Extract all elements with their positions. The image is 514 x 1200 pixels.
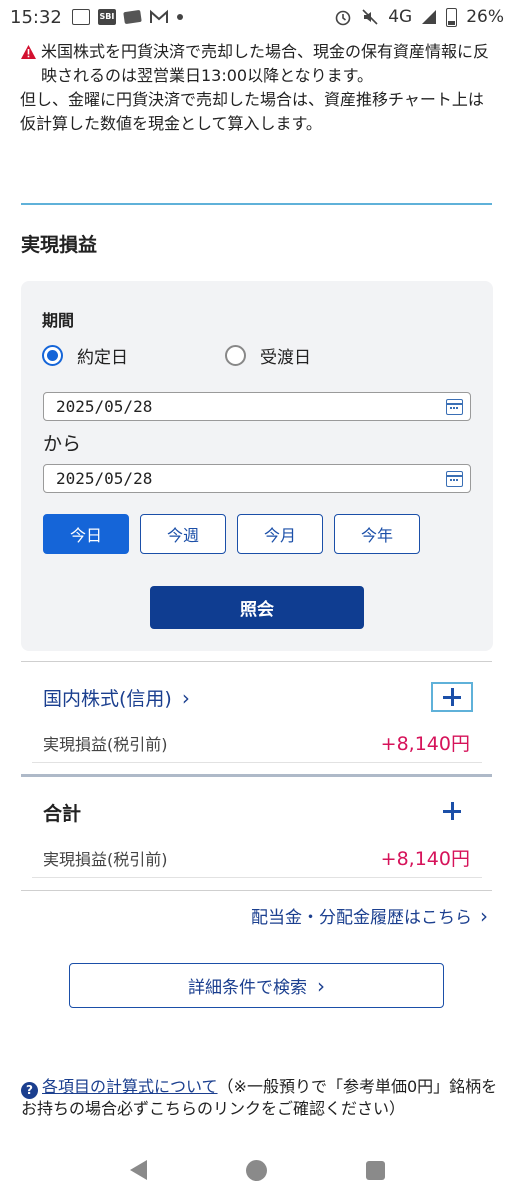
realized-pl-label: 実現損益(税引前) xyxy=(43,735,168,754)
divider xyxy=(21,661,492,662)
dividend-history-label[interactable]: 配当金・分配金履歴はこちら xyxy=(251,903,472,928)
radio-delivery-date[interactable] xyxy=(225,345,246,366)
back-icon[interactable] xyxy=(129,1160,147,1180)
total-realized-pl-label: 実現損益(税引前) xyxy=(43,850,168,869)
detail-search-label: 詳細条件で検索 xyxy=(188,978,307,998)
today-button[interactable]: 今日 xyxy=(43,514,129,554)
mute-icon xyxy=(362,9,378,25)
quick-period-buttons: 今日 今週 今月 今年 xyxy=(43,514,420,554)
from-date-field[interactable]: 2025/05/28 xyxy=(43,392,471,421)
notice-text-2: 但し、金曜に円貨決済で売却した場合は、資産推移チャート上は仮計算した数値を現金と… xyxy=(20,90,484,133)
card-icon xyxy=(123,9,142,25)
help-note: ? 各項目の計算式について（※一般預りで「参考単価0円」銘柄をお持ちの場合必ずこち… xyxy=(21,1077,501,1119)
calendar-icon[interactable] xyxy=(446,471,463,487)
clock: 15:32 xyxy=(10,6,62,28)
date-separator: から xyxy=(43,433,82,455)
this-year-button[interactable]: 今年 xyxy=(334,514,420,554)
calendar-icon[interactable] xyxy=(446,399,463,415)
recents-icon[interactable] xyxy=(365,1160,385,1180)
network-type: 4G xyxy=(388,7,413,27)
row-divider xyxy=(32,877,482,878)
this-month-button[interactable]: 今月 xyxy=(237,514,323,554)
expand-button[interactable] xyxy=(431,682,473,712)
formula-help-link[interactable]: 各項目の計算式について xyxy=(42,1077,218,1096)
notice: 米国株式を円貨決済で売却した場合、現金の保有資産情報に反映されるのは翌営業日13… xyxy=(20,40,496,136)
divider xyxy=(21,774,492,777)
domestic-margin-link[interactable]: 国内株式(信用) › xyxy=(43,684,190,711)
detail-search-button[interactable]: 詳細条件で検索 › xyxy=(69,963,444,1008)
screenshot-icon xyxy=(71,9,90,25)
home-icon[interactable] xyxy=(245,1159,267,1181)
signal-icon xyxy=(422,10,437,24)
section-divider xyxy=(21,203,492,205)
system-navigation-bar xyxy=(0,1140,514,1200)
to-date-value: 2025/05/28 xyxy=(56,469,153,488)
radio-delivery-label[interactable]: 受渡日 xyxy=(260,343,311,368)
period-label: 期間 xyxy=(42,311,75,330)
status-bar: 15:32 SBI 4G 26% xyxy=(0,0,514,34)
section-title: 実現損益 xyxy=(21,234,98,256)
chevron-right-icon: › xyxy=(480,903,488,928)
realized-pl-value: +8,140円 xyxy=(380,733,470,755)
domestic-margin-title[interactable]: 国内株式(信用) xyxy=(43,684,172,711)
chevron-right-icon: › xyxy=(181,685,190,710)
to-date-field[interactable]: 2025/05/28 xyxy=(43,464,471,493)
total-realized-pl-value: +8,140円 xyxy=(380,848,470,870)
gmail-icon xyxy=(149,9,168,23)
divider xyxy=(21,890,492,891)
warning-icon xyxy=(21,45,36,59)
total-title: 合計 xyxy=(43,803,82,825)
chevron-right-icon: › xyxy=(317,973,325,998)
more-notifications-icon xyxy=(176,14,183,20)
period-panel: 期間 約定日 受渡日 2025/05/28 から 2025/05/28 今日 今… xyxy=(21,281,493,651)
from-date-value: 2025/05/28 xyxy=(56,397,153,416)
battery-icon xyxy=(446,7,458,27)
notice-text-1: 米国株式を円貨決済で売却した場合、現金の保有資産情報に反映されるのは翌営業日13… xyxy=(41,42,490,85)
sbi-app-icon: SBI xyxy=(97,9,116,25)
radio-contract-date[interactable] xyxy=(42,345,63,366)
date-type-radio-group: 約定日 受渡日 xyxy=(42,343,311,368)
alarm-icon xyxy=(335,10,351,26)
row-divider xyxy=(32,762,482,763)
plus-icon xyxy=(443,688,461,706)
battery-percent: 26% xyxy=(466,7,504,27)
help-icon: ? xyxy=(21,1082,38,1099)
dividend-history-link[interactable]: 配当金・分配金履歴はこちら › xyxy=(251,903,488,929)
search-button[interactable]: 照会 xyxy=(150,586,364,629)
radio-contract-label[interactable]: 約定日 xyxy=(77,343,128,368)
plus-icon[interactable] xyxy=(443,802,461,820)
this-week-button[interactable]: 今週 xyxy=(140,514,226,554)
